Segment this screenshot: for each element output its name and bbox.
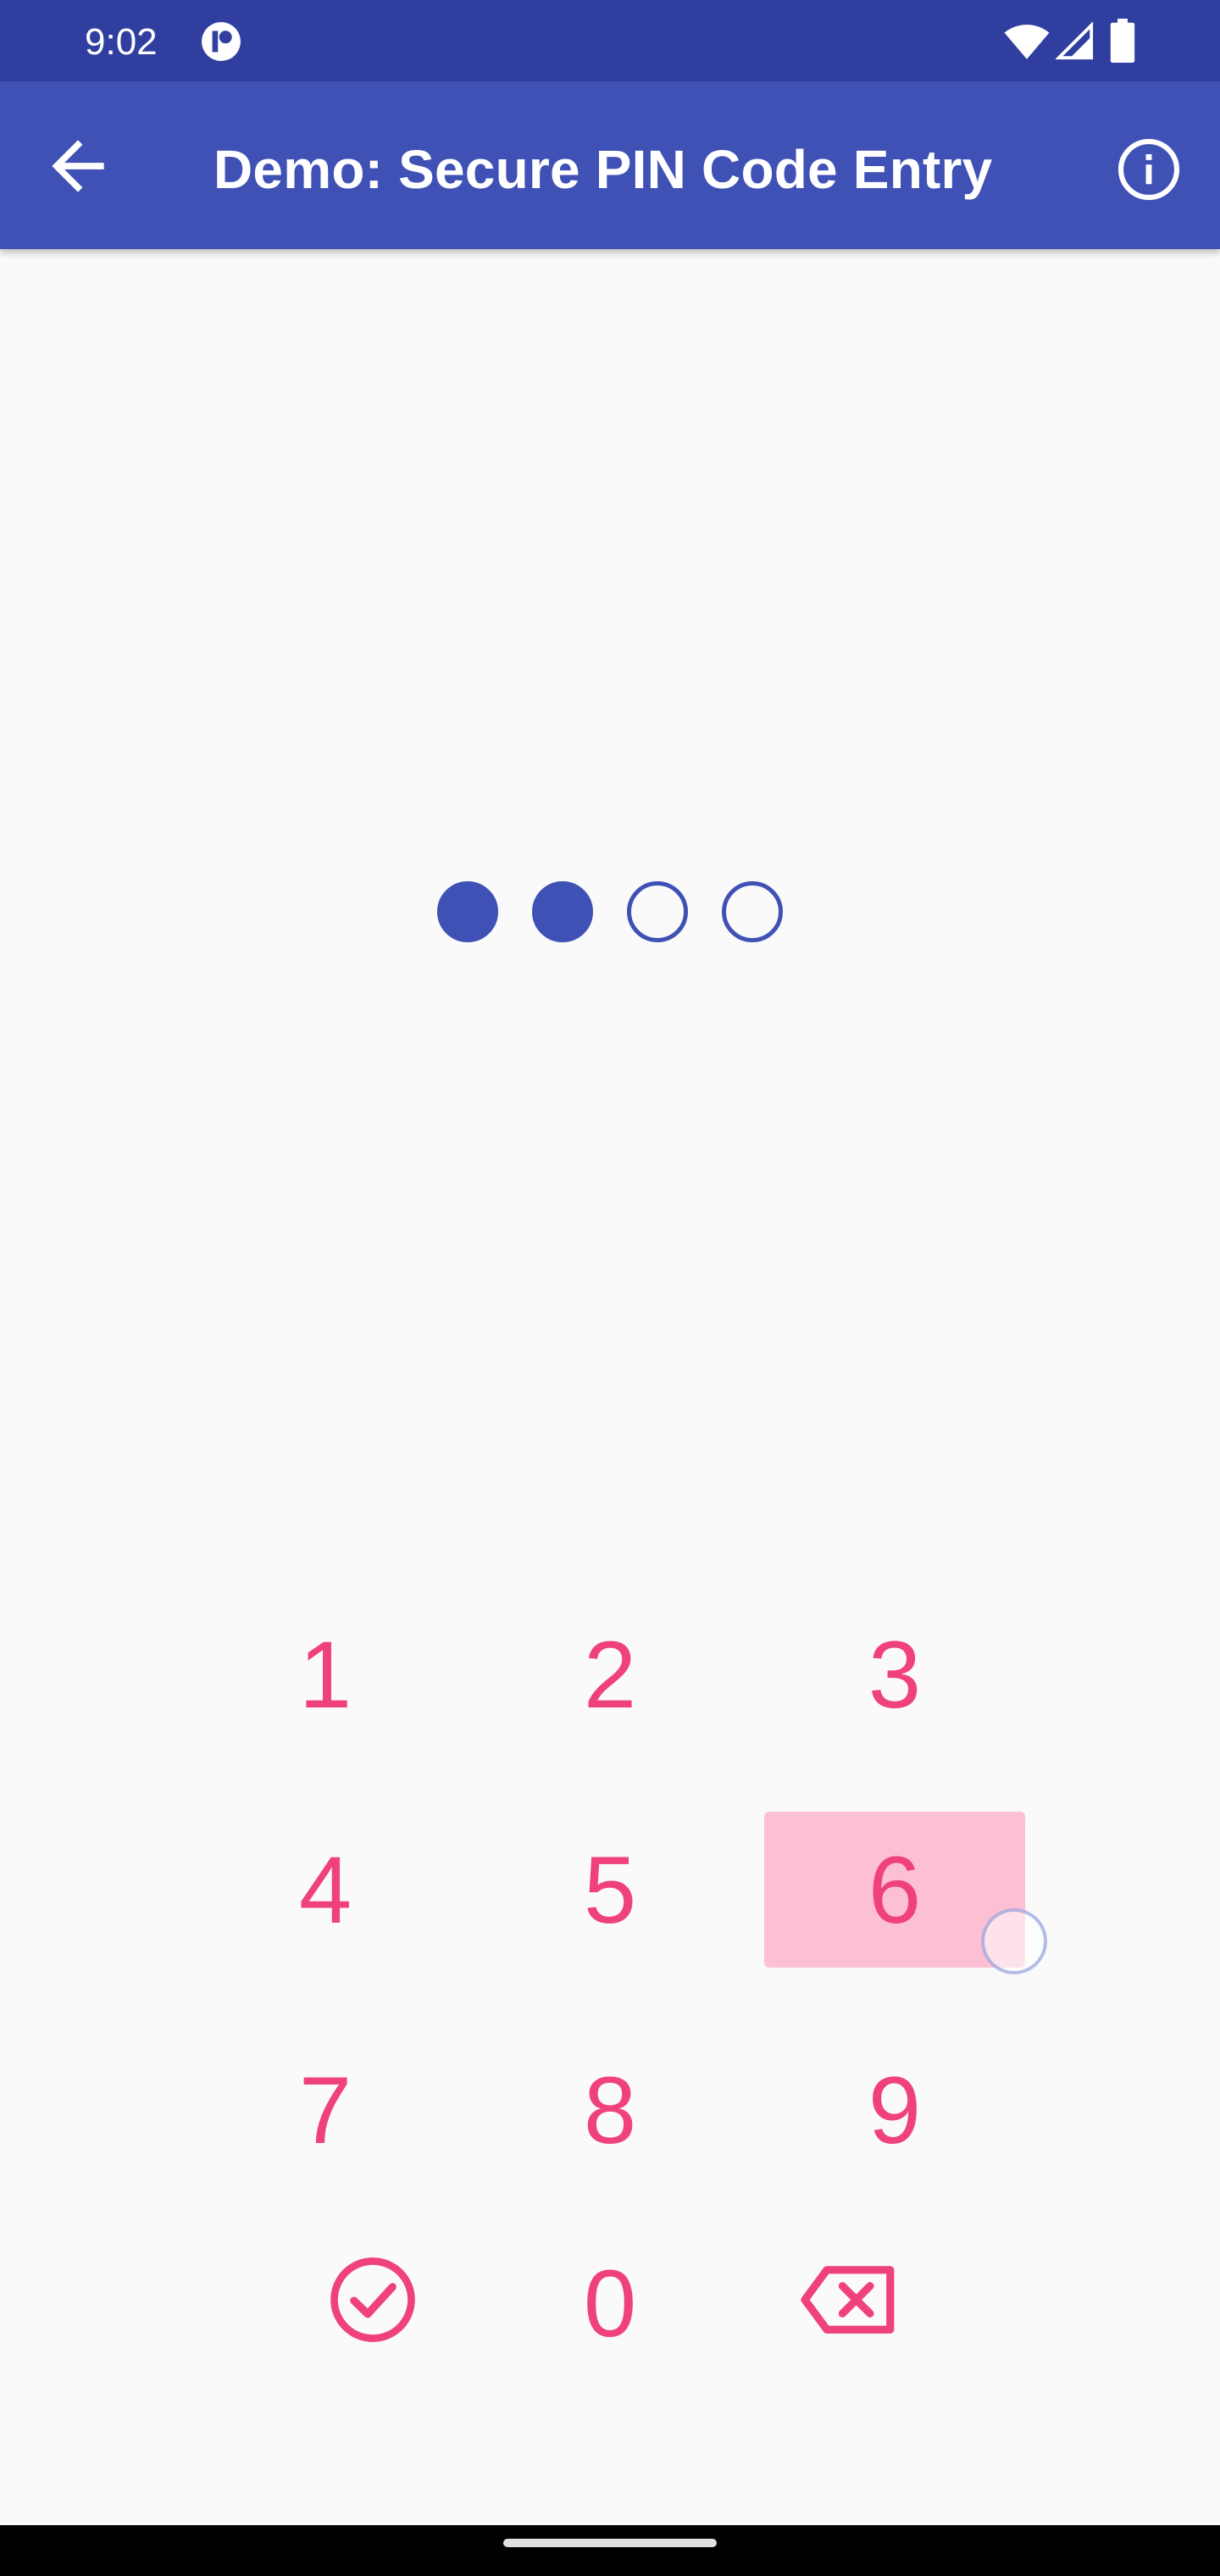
info-icon <box>1117 138 1180 201</box>
key-5[interactable]: 5 <box>480 1812 740 1968</box>
navigation-bar <box>0 2525 1220 2576</box>
page-title: Demo: Secure PIN Code Entry <box>214 139 993 200</box>
pin-dot-empty <box>722 881 783 942</box>
backspace-button[interactable] <box>718 2222 979 2378</box>
arrow-back-icon <box>52 140 104 192</box>
battery-icon <box>1110 19 1135 63</box>
pin-dot-empty <box>627 881 688 942</box>
pin-dot-filled <box>437 881 498 942</box>
app-bar: Demo: Secure PIN Code Entry <box>0 81 1220 249</box>
status-time: 9:02 <box>85 21 158 63</box>
backspace-icon <box>801 2266 895 2334</box>
key-1[interactable]: 1 <box>195 1596 456 1752</box>
pin-dot-filled <box>532 881 593 942</box>
key-2[interactable]: 2 <box>480 1596 740 1752</box>
pin-indicator <box>0 881 1220 942</box>
home-gesture-handle[interactable] <box>503 2539 717 2547</box>
wifi-icon <box>1004 25 1050 59</box>
key-0[interactable]: 0 <box>480 2225 740 2381</box>
key-9[interactable]: 9 <box>764 2032 1025 2188</box>
cell-signal-icon <box>1056 22 1094 60</box>
key-3[interactable]: 3 <box>764 1596 1025 1752</box>
key-7[interactable]: 7 <box>195 2032 456 2188</box>
app-notification-icon <box>202 22 241 61</box>
check-circle-icon <box>330 2257 415 2342</box>
info-button[interactable] <box>1110 130 1188 208</box>
key-4[interactable]: 4 <box>195 1812 456 1968</box>
touch-indicator <box>981 1908 1047 1974</box>
key-8[interactable]: 8 <box>480 2032 740 2188</box>
confirm-button[interactable] <box>242 2222 503 2378</box>
back-button[interactable] <box>39 127 117 205</box>
status-bar: 9:02 <box>0 0 1220 81</box>
